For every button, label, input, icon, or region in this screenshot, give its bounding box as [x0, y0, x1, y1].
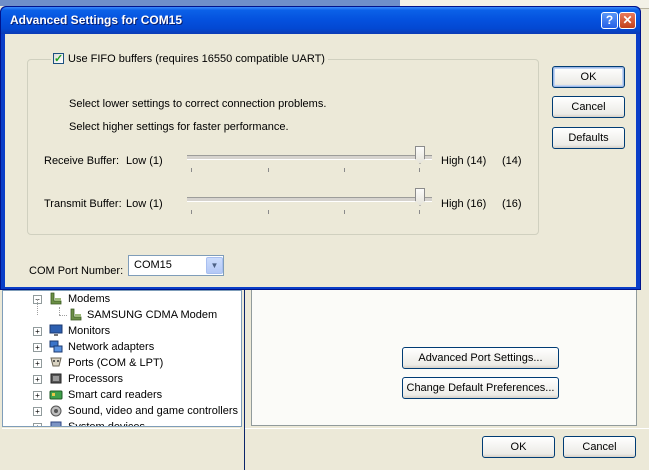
- processor-icon: [50, 373, 62, 384]
- com-port-select[interactable]: COM15 ▼: [128, 255, 224, 276]
- slider-tick: [419, 168, 420, 172]
- checkmark-icon: ✓: [54, 53, 64, 65]
- tree-item-label: SAMSUNG CDMA Modem: [87, 309, 218, 321]
- tree-item-label: Processors: [68, 373, 124, 385]
- advanced-port-settings-button[interactable]: Advanced Port Settings...: [402, 347, 559, 369]
- change-default-preferences-button[interactable]: Change Default Preferences...: [402, 377, 559, 399]
- chevron-down-icon[interactable]: ▼: [206, 257, 223, 274]
- fifo-checkbox[interactable]: ✓ Use FIFO buffers (requires 16550 compat…: [51, 51, 328, 67]
- port-properties-window: Advanced Port Settings... Change Default…: [244, 290, 649, 470]
- receive-buffer-label: Receive Buffer:: [44, 155, 120, 167]
- tree-connector: [37, 299, 39, 315]
- divider: [245, 428, 649, 429]
- tree-item-label: Network adapters: [68, 341, 155, 353]
- tree-item-label: Smart card readers: [68, 389, 163, 401]
- tree-item-label: Ports (COM & LPT): [68, 357, 164, 369]
- port-icon: [50, 357, 62, 367]
- receive-value: (14): [502, 155, 522, 167]
- receive-low-label: Low (1): [126, 155, 163, 167]
- expand-icon[interactable]: +: [33, 407, 42, 416]
- device-tree[interactable]: − Modems SAMSUNG CDMA Modem + Monitors +…: [2, 290, 242, 427]
- expand-icon[interactable]: +: [33, 343, 42, 352]
- defaults-button[interactable]: Defaults: [552, 127, 625, 149]
- network-icon: [49, 340, 63, 353]
- dialog-client-area: ✓ Use FIFO buffers (requires 16550 compat…: [5, 34, 636, 287]
- cancel-button[interactable]: Cancel: [552, 96, 625, 118]
- expand-icon[interactable]: +: [33, 359, 42, 368]
- tree-connector: [59, 315, 67, 317]
- slider-tick: [268, 210, 269, 214]
- slider-tick: [344, 168, 345, 172]
- slider-tick: [344, 210, 345, 214]
- tree-connector: [59, 307, 61, 315]
- modem-icon: [70, 308, 82, 321]
- expand-icon[interactable]: +: [33, 375, 42, 384]
- properties-cancel-button[interactable]: Cancel: [563, 436, 636, 458]
- expand-icon[interactable]: +: [33, 423, 42, 426]
- system-icon: [50, 421, 62, 426]
- monitor-icon: [49, 324, 63, 336]
- slider-tick: [268, 168, 269, 172]
- com-port-value: COM15: [134, 259, 172, 271]
- com-port-label: COM Port Number:: [29, 265, 124, 277]
- status-bar: [2, 428, 240, 451]
- receive-high-label: High (14): [441, 155, 487, 167]
- close-button[interactable]: ✕: [619, 12, 636, 29]
- hint-lower-text: Select lower settings to correct connect…: [69, 98, 327, 110]
- dialog-title: Advanced Settings for COM15: [10, 13, 183, 27]
- close-icon: ✕: [622, 13, 633, 27]
- tree-item-label: Monitors: [68, 325, 111, 337]
- sound-icon: [50, 405, 62, 417]
- device-manager-window: − Modems SAMSUNG CDMA Modem + Monitors +…: [0, 290, 245, 470]
- help-button[interactable]: ?: [601, 12, 618, 29]
- advanced-settings-dialog: Advanced Settings for COM15 ? ✕ ✓ Use FIF…: [0, 6, 641, 290]
- hint-higher-text: Select higher settings for faster perfor…: [69, 121, 289, 133]
- slider-tick: [191, 210, 192, 214]
- transmit-slider-track[interactable]: [187, 197, 432, 202]
- tree-item-label: System devices: [68, 421, 146, 427]
- fifo-checkbox-label: Use FIFO buffers (requires 16550 compati…: [68, 53, 325, 65]
- slider-tick: [419, 210, 420, 214]
- help-icon: ?: [605, 13, 614, 27]
- tree-item-label: Modems: [68, 293, 111, 305]
- tree-item-label: Sound, video and game controllers: [68, 405, 238, 417]
- properties-tab-panel: Advanced Port Settings... Change Default…: [251, 290, 637, 426]
- transmit-value: (16): [502, 198, 522, 210]
- receive-slider-track[interactable]: [187, 155, 432, 160]
- title-bar[interactable]: Advanced Settings for COM15 ? ✕: [1, 7, 640, 34]
- ok-button[interactable]: OK: [552, 66, 625, 88]
- transmit-high-label: High (16): [441, 198, 487, 210]
- properties-ok-button[interactable]: OK: [482, 436, 555, 458]
- transmit-buffer-label: Transmit Buffer:: [44, 198, 122, 210]
- expand-icon[interactable]: +: [33, 327, 42, 336]
- expand-icon[interactable]: +: [33, 391, 42, 400]
- transmit-low-label: Low (1): [126, 198, 163, 210]
- smartcard-icon: [49, 390, 63, 400]
- slider-tick: [191, 168, 192, 172]
- modem-icon: [50, 292, 62, 305]
- checkbox-icon[interactable]: ✓: [53, 53, 64, 65]
